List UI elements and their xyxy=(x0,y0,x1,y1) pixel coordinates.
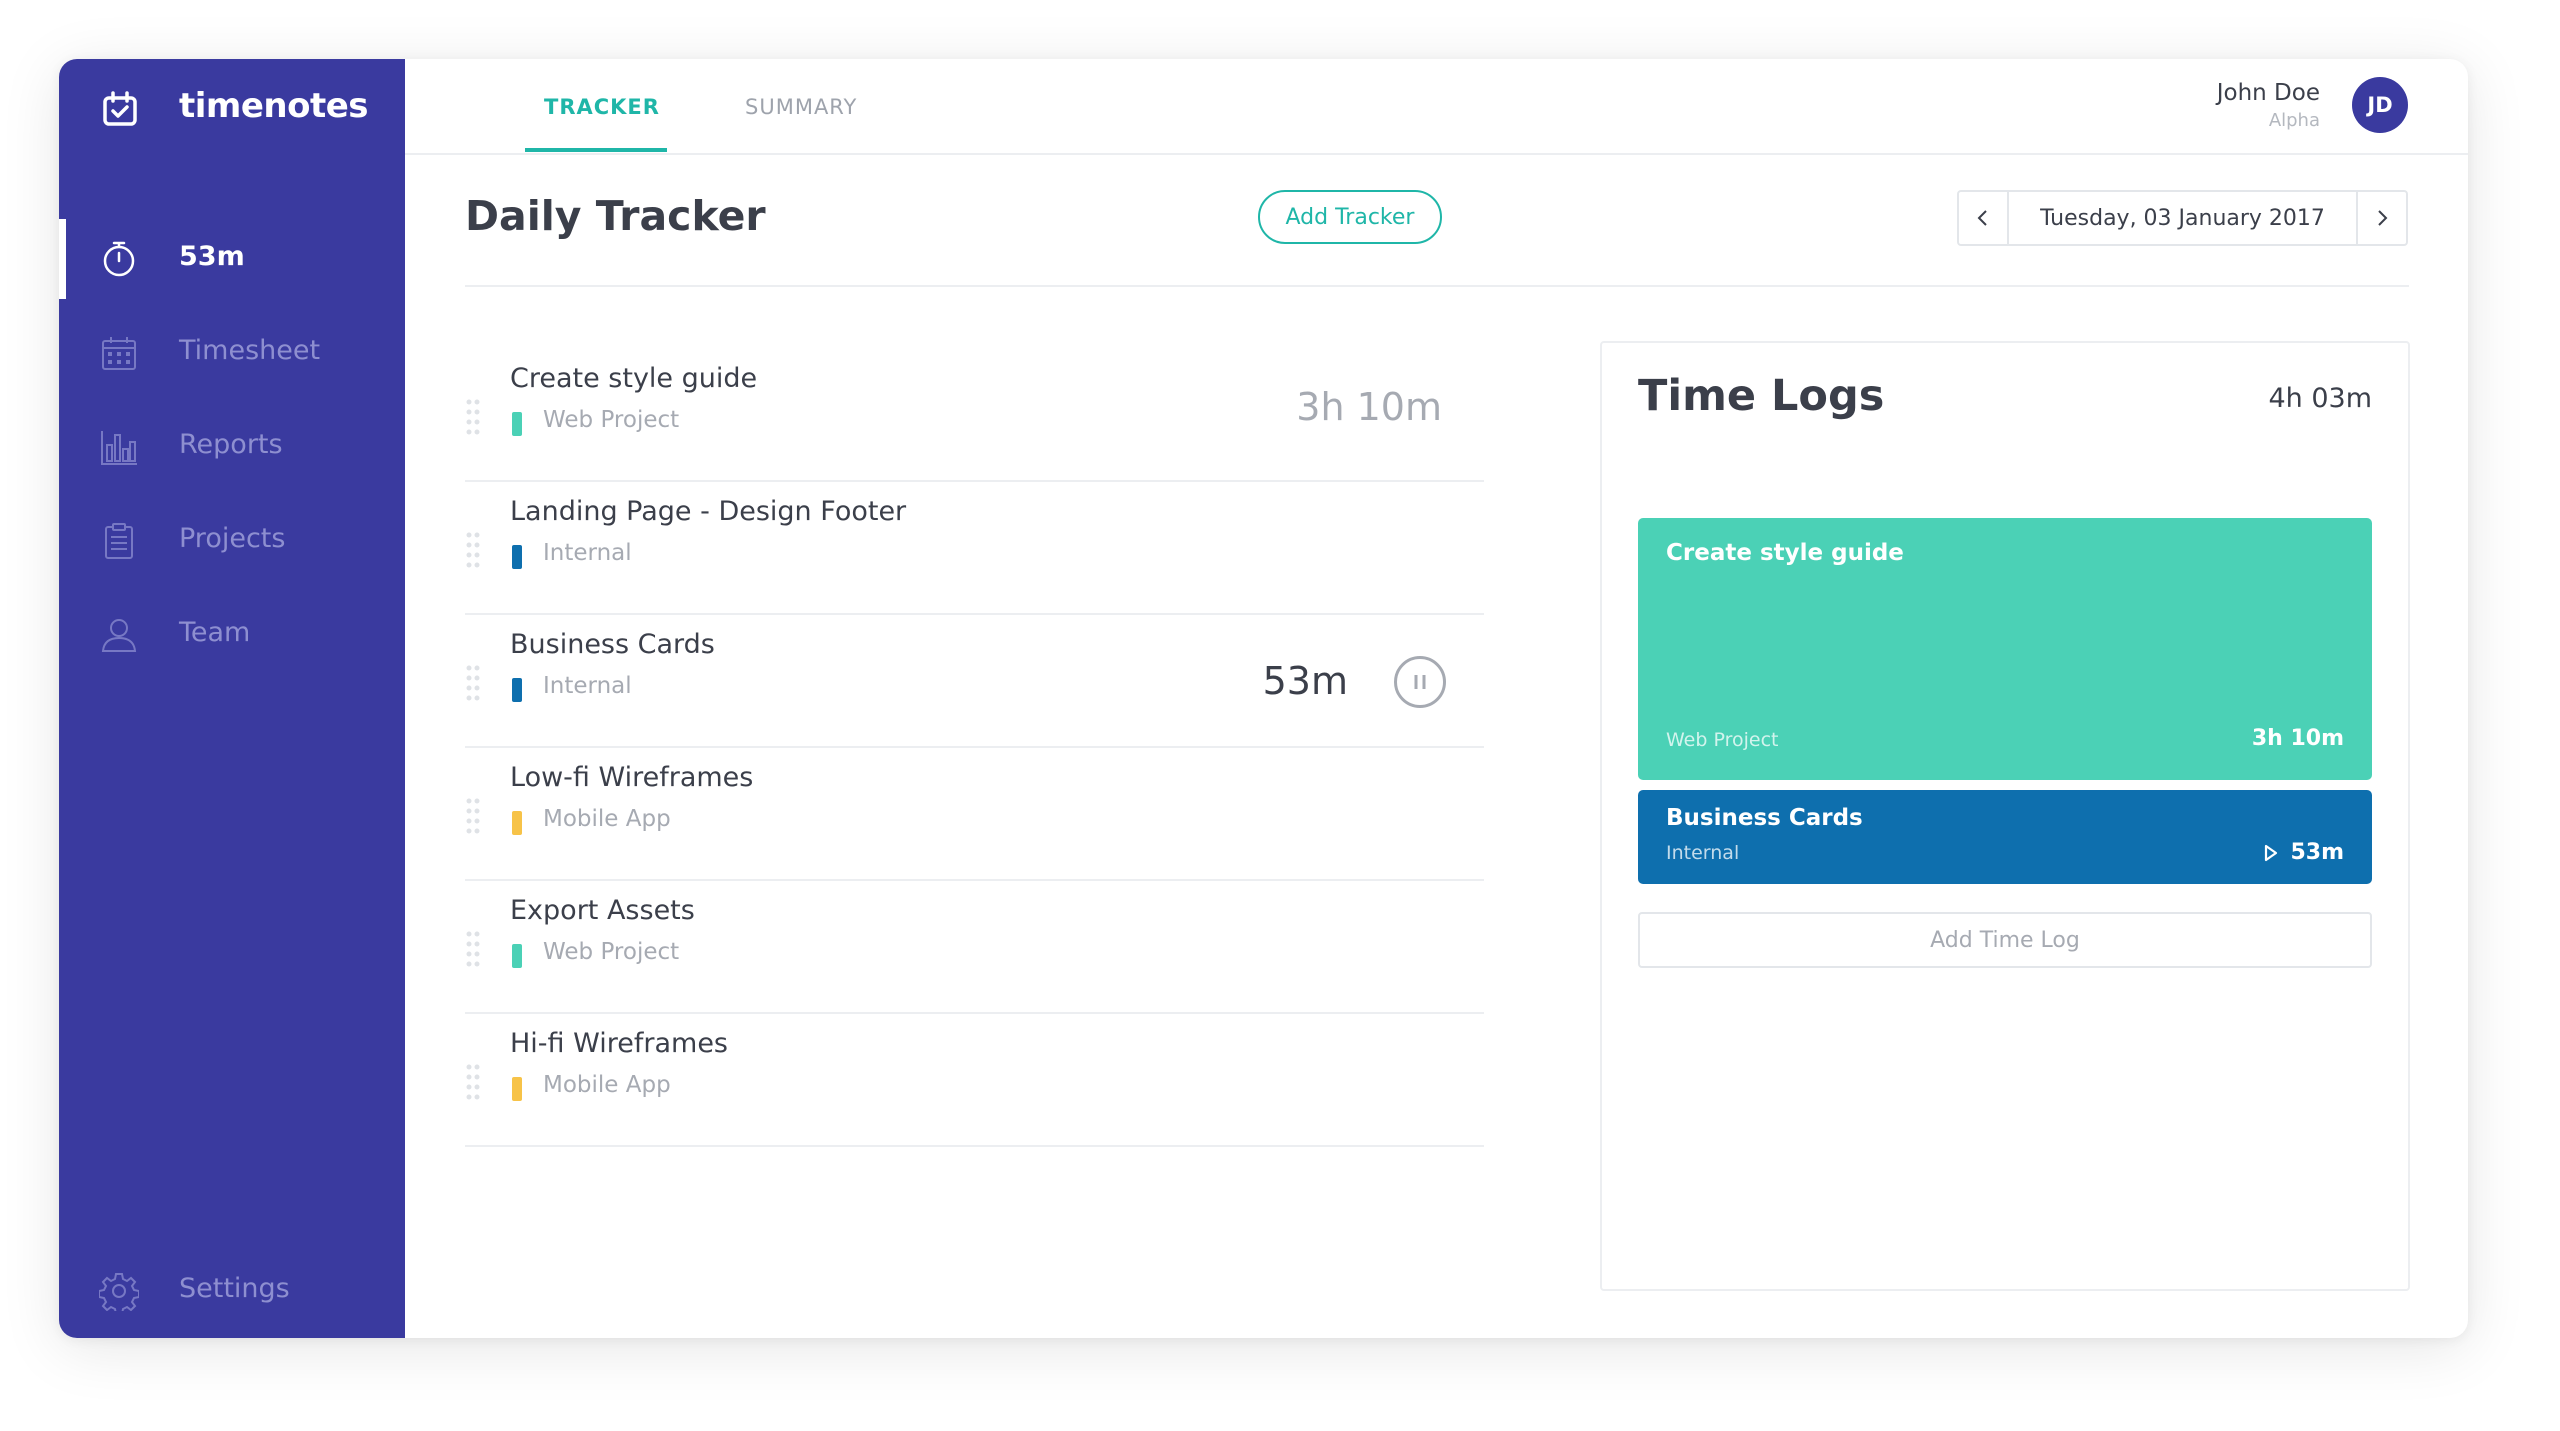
chevron-right-icon xyxy=(2378,210,2388,226)
time-log-project: Internal xyxy=(1666,842,1740,864)
time-logs-panel: Time Logs 4h 03m Create style guide Web … xyxy=(1600,341,2410,1291)
user-name: John Doe xyxy=(2216,80,2320,106)
task-project: Web Project xyxy=(543,939,680,965)
date-picker: Tuesday, 03 January 2017 xyxy=(1957,190,2408,246)
sidebar-item-settings[interactable]: Settings xyxy=(59,1251,405,1331)
sidebar-item-reports[interactable]: Reports xyxy=(59,407,405,487)
user-icon xyxy=(101,619,137,652)
time-logs-title: Time Logs xyxy=(1638,371,1885,421)
sidebar-item-label: Team xyxy=(179,617,251,648)
previous-day-button[interactable] xyxy=(1959,192,2009,244)
task-row[interactable]: Business Cards Internal 53m xyxy=(465,615,1484,748)
project-color-marker xyxy=(512,944,522,968)
drag-handle-icon[interactable] xyxy=(465,663,481,703)
task-title: Business Cards xyxy=(510,629,715,660)
time-log-entry[interactable]: Create style guide Web Project 3h 10m xyxy=(1638,518,2372,780)
task-project: Internal xyxy=(543,540,632,566)
sidebar-item-label: Settings xyxy=(179,1273,290,1304)
task-title: Low-fi Wireframes xyxy=(510,762,754,793)
tab-tracker[interactable]: TRACKER xyxy=(544,95,660,119)
sidebar-item-label: Reports xyxy=(179,429,283,460)
chevron-left-icon xyxy=(1977,210,1987,226)
task-row[interactable]: Export Assets Web Project xyxy=(465,881,1484,1014)
sidebar-item-projects[interactable]: Projects xyxy=(59,501,405,581)
drag-handle-icon[interactable] xyxy=(465,530,481,570)
drag-handle-icon[interactable] xyxy=(465,929,481,969)
task-list: Create style guide Web Project 3h 10m La… xyxy=(465,349,1484,1147)
add-time-log-button[interactable]: Add Time Log xyxy=(1638,912,2372,968)
page-title: Daily Tracker xyxy=(465,192,766,240)
project-color-marker xyxy=(512,811,522,835)
drag-handle-icon[interactable] xyxy=(465,796,481,836)
task-row[interactable]: Landing Page - Design Footer Internal xyxy=(465,482,1484,615)
current-date[interactable]: Tuesday, 03 January 2017 xyxy=(2007,206,2358,231)
calendar-grid-icon xyxy=(102,337,136,370)
stopwatch-icon xyxy=(103,241,135,277)
task-title: Export Assets xyxy=(510,895,695,926)
sidebar-item-label: 53m xyxy=(179,241,245,272)
app-name: timenotes xyxy=(179,86,369,126)
time-log-duration-group: 53m xyxy=(2264,840,2344,865)
pause-button[interactable] xyxy=(1394,656,1446,708)
sidebar: timenotes 53m Timesheet Reports Projects… xyxy=(59,59,405,1338)
sidebar-item-label: Projects xyxy=(179,523,286,554)
user-role: Alpha xyxy=(2268,110,2320,131)
task-row[interactable]: Hi-fi Wireframes Mobile App xyxy=(465,1014,1484,1147)
project-color-marker xyxy=(512,1077,522,1101)
clipboard-icon xyxy=(105,523,133,559)
play-icon xyxy=(2265,844,2278,861)
time-log-duration: 53m xyxy=(2290,840,2344,865)
app-window: timenotes 53m Timesheet Reports Projects… xyxy=(59,59,2468,1338)
project-color-marker xyxy=(512,678,522,702)
task-project: Web Project xyxy=(543,407,680,433)
logo[interactable]: timenotes xyxy=(59,59,405,163)
task-title: Create style guide xyxy=(510,363,758,394)
time-log-entry[interactable]: Business Cards Internal 53m xyxy=(1638,790,2372,884)
time-log-project: Web Project xyxy=(1666,729,1779,751)
time-logs-total: 4h 03m xyxy=(2268,383,2372,414)
task-time: 3h 10m xyxy=(1296,385,1442,429)
task-row[interactable]: Low-fi Wireframes Mobile App xyxy=(465,748,1484,881)
time-log-title: Create style guide xyxy=(1666,540,1904,566)
gear-icon xyxy=(99,1273,139,1311)
divider xyxy=(465,285,2409,287)
add-tracker-button[interactable]: Add Tracker xyxy=(1258,190,1442,244)
tab-summary[interactable]: SUMMARY xyxy=(745,95,857,119)
sidebar-item-timesheet[interactable]: Timesheet xyxy=(59,313,405,393)
time-log-duration: 3h 10m xyxy=(2251,726,2344,751)
time-log-title: Business Cards xyxy=(1666,805,1863,831)
task-project: Mobile App xyxy=(543,806,671,832)
task-project: Mobile App xyxy=(543,1072,671,1098)
calendar-check-icon xyxy=(103,91,137,126)
drag-handle-icon[interactable] xyxy=(465,397,481,437)
task-title: Hi-fi Wireframes xyxy=(510,1028,728,1059)
project-color-marker xyxy=(512,545,522,569)
project-color-marker xyxy=(512,412,522,436)
next-day-button[interactable] xyxy=(2356,192,2406,244)
task-project: Internal xyxy=(543,673,632,699)
avatar[interactable]: JD xyxy=(2352,77,2408,133)
sidebar-item-team[interactable]: Team xyxy=(59,595,405,675)
task-title: Landing Page - Design Footer xyxy=(510,496,907,527)
bar-chart-icon xyxy=(101,431,137,465)
task-row[interactable]: Create style guide Web Project 3h 10m xyxy=(465,349,1484,482)
active-tab-indicator xyxy=(525,148,667,152)
pause-icon xyxy=(1414,675,1426,689)
running-timer: 53m xyxy=(1262,659,1348,703)
sidebar-item-label: Timesheet xyxy=(179,335,321,366)
top-header: TRACKER SUMMARY John Doe Alpha JD xyxy=(405,59,2468,155)
drag-handle-icon[interactable] xyxy=(465,1062,481,1102)
sidebar-item-tracker[interactable]: 53m xyxy=(59,219,405,299)
